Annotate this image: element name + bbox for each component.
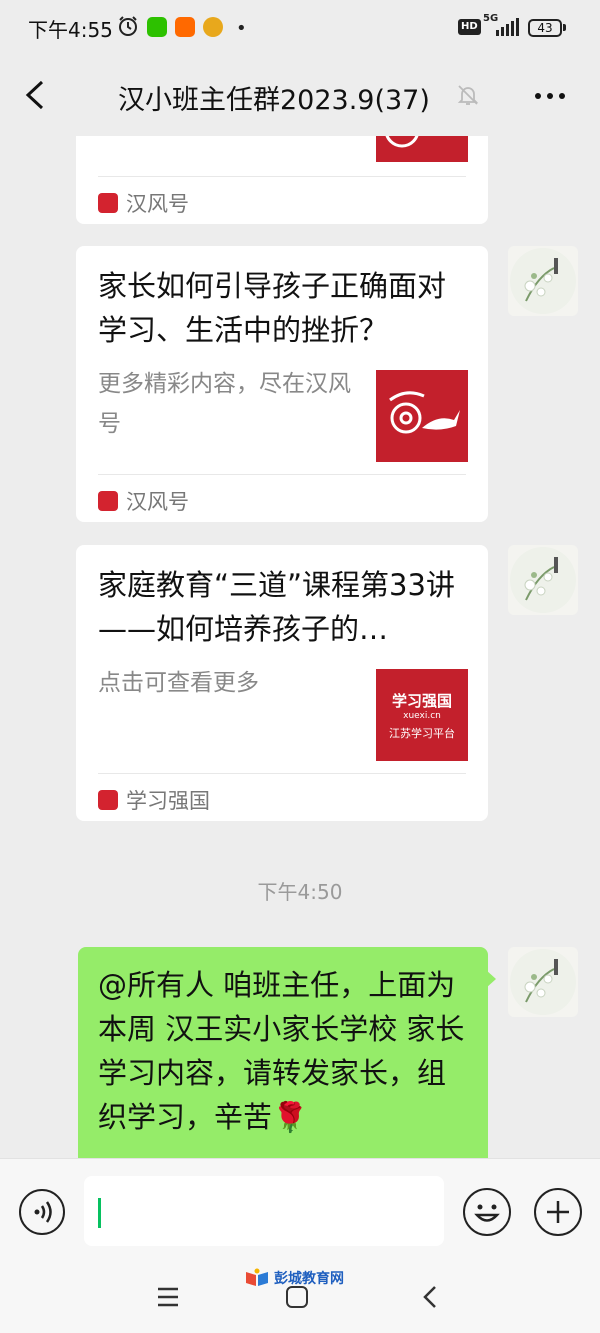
hd-icon: HD [458, 19, 481, 35]
status-bar: 下午4:55 • HD 5G 43 [0, 0, 600, 56]
hanfeng-icon [98, 193, 118, 213]
chat-input-bar [0, 1158, 600, 1264]
more-actions-button[interactable] [534, 1188, 582, 1236]
nav-back-icon[interactable] [418, 1284, 442, 1310]
plus-icon [547, 1201, 569, 1223]
message-input[interactable] [84, 1176, 444, 1246]
battery-tip [563, 24, 566, 31]
article-description: 点击可查看更多 [98, 670, 259, 696]
card-divider [98, 474, 466, 475]
mi-icon [175, 17, 195, 37]
book-logo-icon [246, 1268, 268, 1286]
app-notification-icon [203, 17, 223, 37]
article-source: 学习强国 [98, 785, 210, 815]
menu-icon[interactable] [156, 1286, 180, 1308]
shared-article-card[interactable]: 家长如何引导孩子正确面对学习、生活中的挫折？ 更多精彩内容，尽在汉风号 汉风号 [76, 246, 488, 522]
avatar[interactable] [508, 545, 578, 615]
message-list[interactable]: 汉风号 家长如何引导孩子正确面对学习、生活中的挫折？ 更多精彩内容，尽在汉风号 … [0, 136, 600, 1158]
more-icon[interactable] [530, 76, 570, 116]
chat-title: 汉小班主任群2023.9(37) [118, 85, 430, 116]
text-message-bubble[interactable]: @所有人 咱班主任，上面为本周 汉王实小家长学校 家长学习内容，请转发家长，组织… [78, 947, 488, 1158]
article-title: 家庭教育“三道”课程第33讲——如何培养孩子的… [98, 568, 455, 646]
watermark: 彭城教育网 [244, 1268, 344, 1288]
wechat-icon [147, 17, 167, 37]
bubble-tail [486, 970, 496, 988]
article-source: 汉风号 [98, 486, 189, 516]
text-caret [98, 1198, 101, 1228]
alarm-icon [119, 16, 137, 36]
article-thumbnail: 学习强国 xuexi.cn 江苏学习平台 [376, 669, 468, 761]
home-button[interactable] [286, 1286, 308, 1308]
emoji-icon [474, 1204, 500, 1222]
hanfeng-icon [98, 491, 118, 511]
mute-bell-icon [457, 85, 479, 105]
system-navbar: 彭城教育网 [0, 1264, 600, 1333]
xuexi-icon [98, 790, 118, 810]
battery-icon: 43 [528, 19, 562, 37]
avatar[interactable] [508, 246, 578, 316]
watermark-text: 彭城教育网 [274, 1271, 344, 1287]
chat-header: 汉小班主任群2023.9(37) [0, 56, 600, 136]
emoji-button[interactable] [463, 1188, 511, 1236]
more-notifications-icon: • [236, 18, 247, 39]
avatar[interactable] [508, 947, 578, 1017]
voice-icon [34, 1201, 52, 1223]
back-icon[interactable] [14, 74, 56, 116]
message-timestamp: 下午4:50 [257, 880, 343, 904]
voice-input-button[interactable] [19, 1189, 65, 1235]
shared-article-card[interactable]: 汉风号 [76, 136, 488, 224]
article-title: 家长如何引导孩子正确面对学习、生活中的挫折？ [98, 269, 447, 347]
status-time: 下午4:55 [28, 18, 113, 42]
shared-article-card[interactable]: 家庭教育“三道”课程第33讲——如何培养孩子的… 点击可查看更多 学习强国 xu… [76, 545, 488, 821]
article-description: 更多精彩内容，尽在汉风号 [98, 371, 351, 437]
card-divider [98, 176, 466, 177]
article-thumbnail [376, 370, 468, 462]
article-source: 汉风号 [98, 188, 189, 218]
signal-icon [496, 18, 519, 36]
card-divider [98, 773, 466, 774]
article-thumbnail [376, 136, 468, 162]
